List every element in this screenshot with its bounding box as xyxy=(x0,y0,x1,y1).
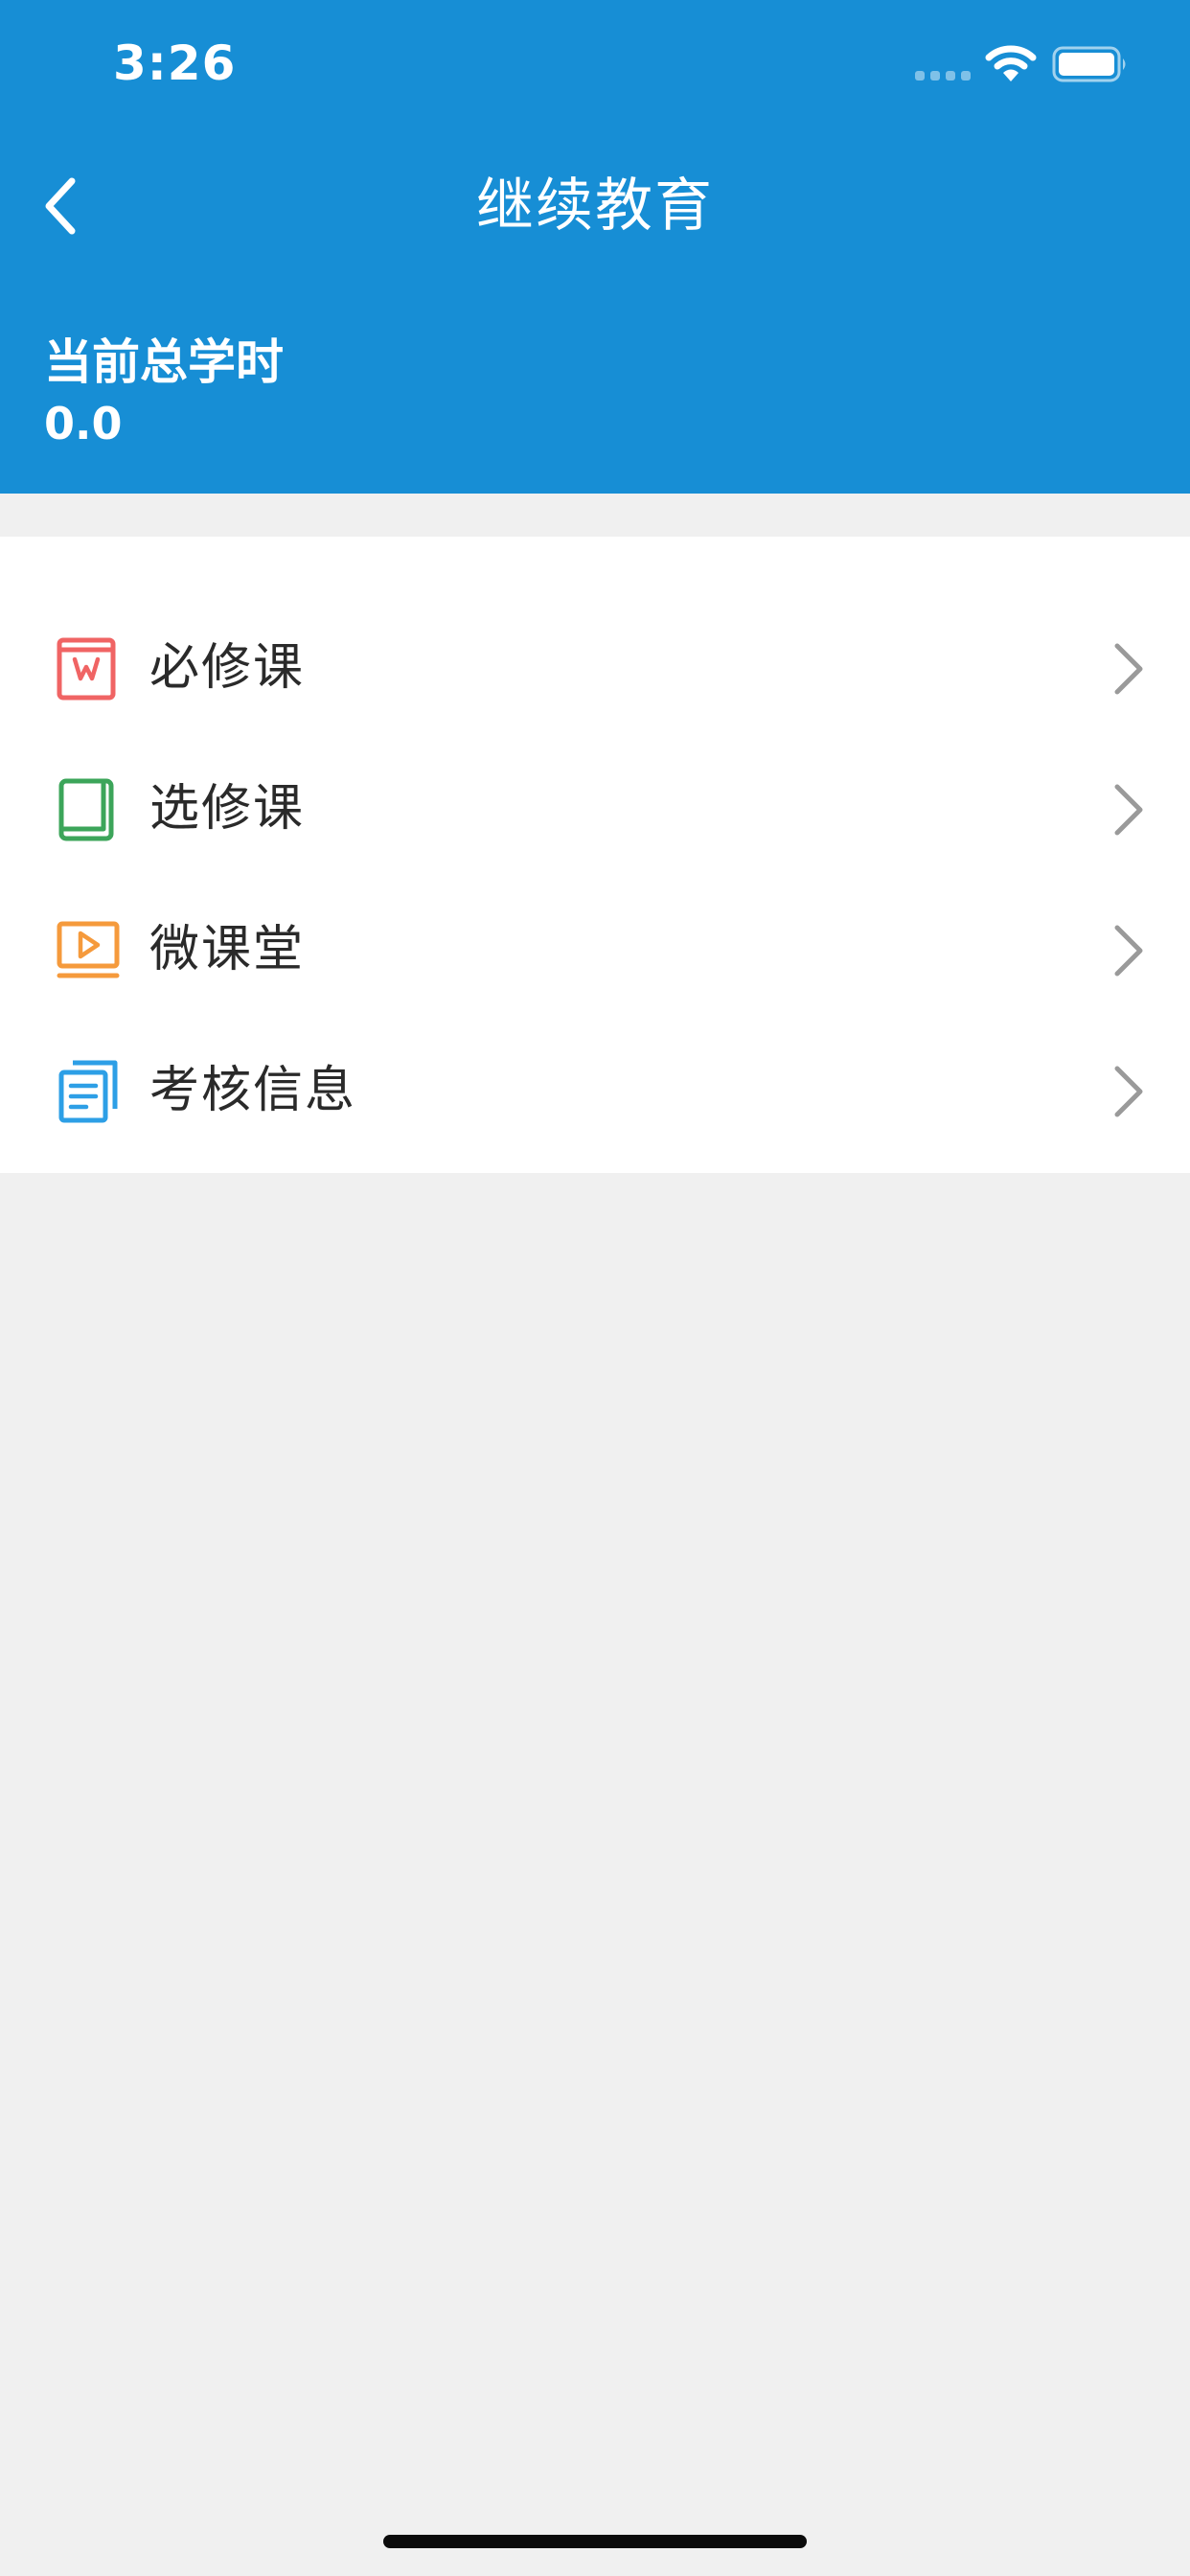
menu-item-label: 考核信息 xyxy=(149,1062,357,1119)
menu-item-micro-class[interactable]: 微课堂 xyxy=(0,880,1190,1021)
status-bar: 3:26 xyxy=(0,0,1190,129)
video-play-icon xyxy=(57,921,120,978)
home-indicator[interactable] xyxy=(383,2535,807,2548)
menu-item-label: 微课堂 xyxy=(149,921,306,978)
chevron-left-icon xyxy=(45,177,76,235)
menu-item-label: 选修课 xyxy=(149,780,306,838)
menu-item-assessment-info[interactable]: 考核信息 xyxy=(0,1021,1190,1162)
total-hours-label: 当前总学时 xyxy=(44,334,284,390)
page-title: 继续教育 xyxy=(476,172,714,240)
header: 3:26 继续教育 当前总学时 0.0 xyxy=(0,0,1190,494)
cellular-signal-icon xyxy=(915,71,973,80)
menu-list: 必修课 选修课 微课堂 考核信息 xyxy=(0,537,1190,1173)
required-course-icon xyxy=(57,637,116,701)
menu-item-label: 必修课 xyxy=(149,639,306,697)
documents-icon xyxy=(58,1060,118,1123)
chevron-right-icon xyxy=(1114,1066,1143,1117)
chevron-right-icon xyxy=(1114,784,1143,836)
menu-item-required-course[interactable]: 必修课 xyxy=(0,598,1190,739)
status-time: 3:26 xyxy=(113,35,237,91)
navigation-bar: 继续教育 xyxy=(0,129,1190,283)
chevron-right-icon xyxy=(1114,925,1143,977)
total-hours-value: 0.0 xyxy=(44,398,123,449)
chevron-right-icon xyxy=(1114,643,1143,695)
elective-book-icon xyxy=(58,778,114,841)
menu-item-elective-course[interactable]: 选修课 xyxy=(0,739,1190,880)
battery-icon xyxy=(1052,46,1126,82)
back-button[interactable] xyxy=(27,168,94,244)
wifi-icon xyxy=(985,45,1037,81)
